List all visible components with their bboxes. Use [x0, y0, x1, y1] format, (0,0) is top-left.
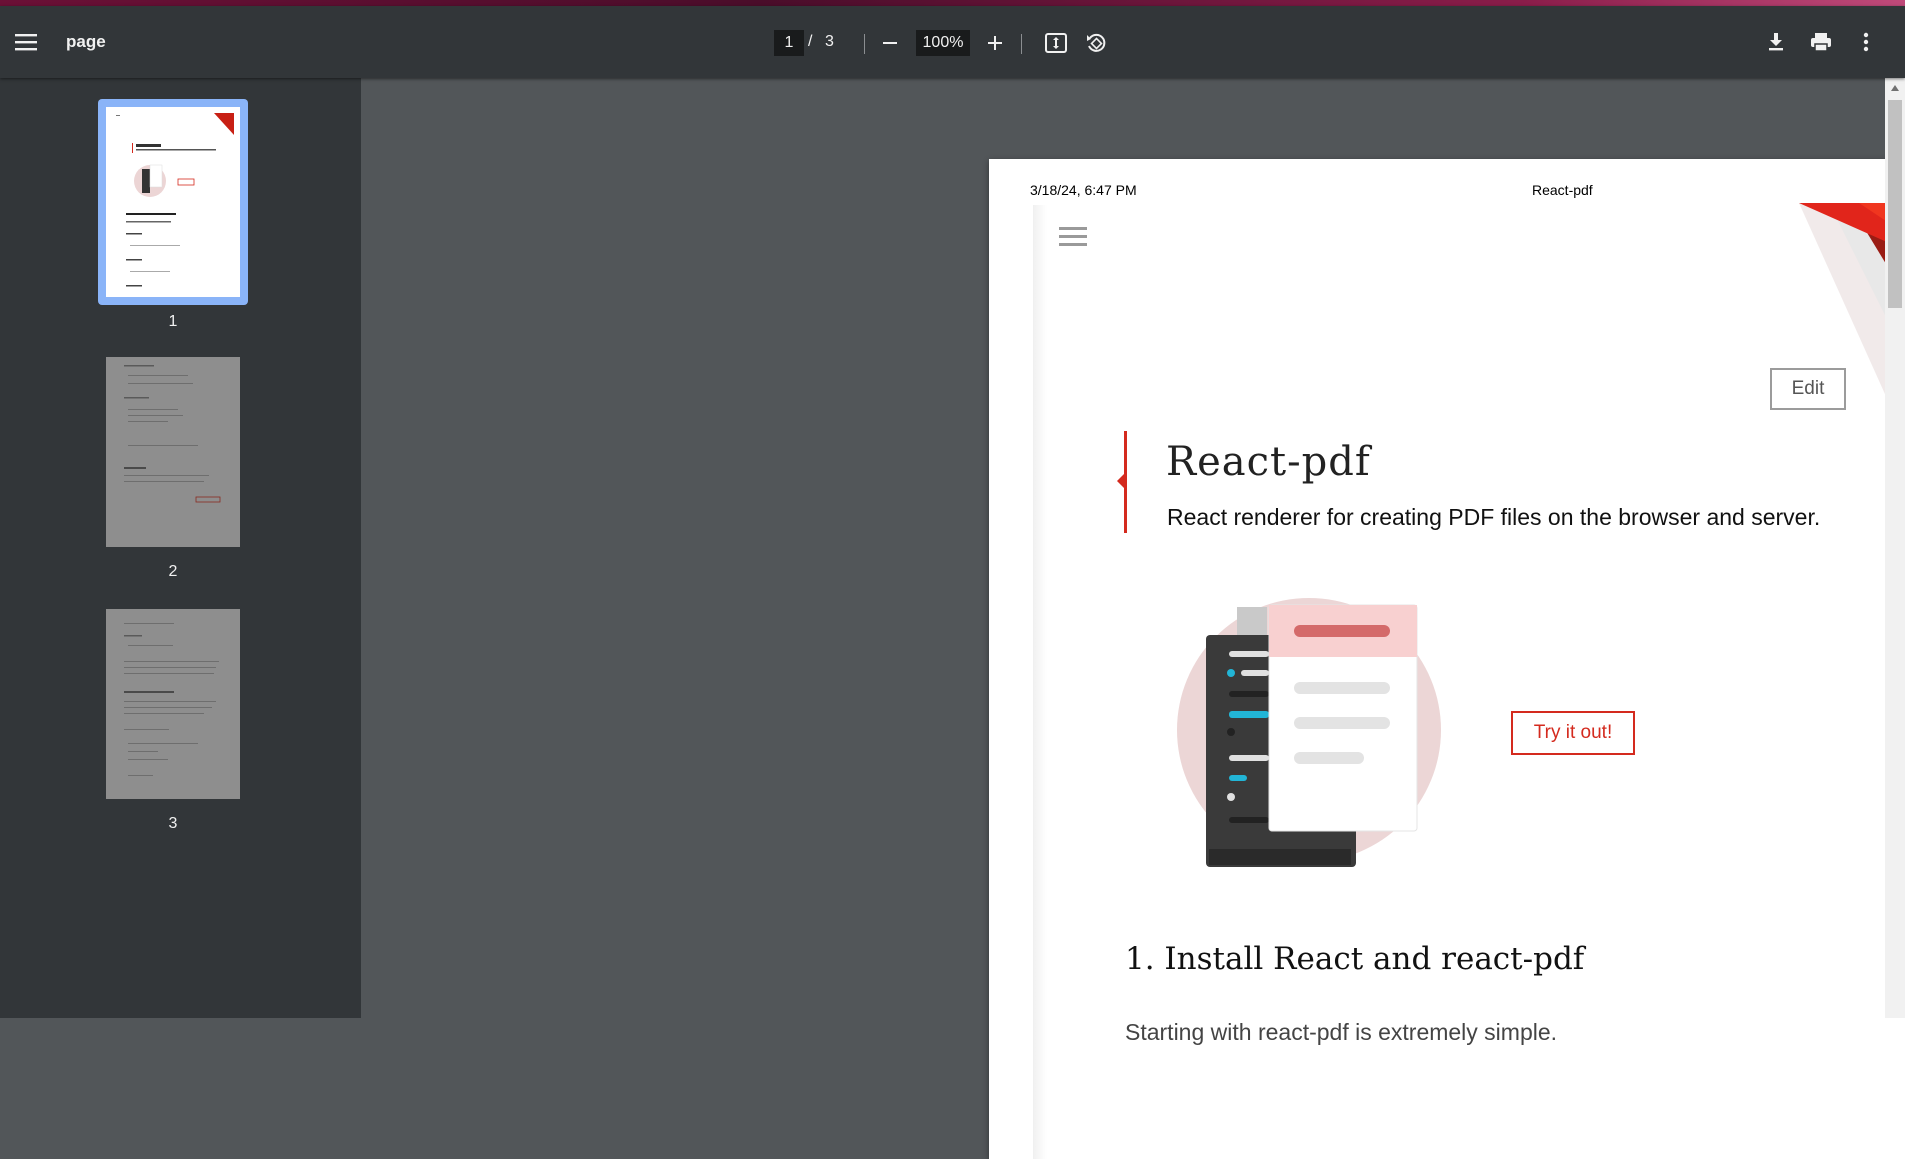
fit-to-page-icon — [1045, 33, 1067, 53]
pdf-page: 3/18/24, 6:47 PM React-pdf Edit React-pd… — [989, 159, 1905, 1159]
toolbar-divider — [1021, 34, 1022, 54]
download-button[interactable] — [1758, 24, 1794, 60]
more-actions-button[interactable] — [1848, 24, 1884, 60]
toolbar-divider — [864, 34, 865, 54]
minus-icon — [883, 42, 897, 44]
hamburger-menu-icon[interactable] — [8, 24, 44, 60]
scrollbar-thumb[interactable] — [1888, 100, 1902, 308]
page-total: 3 — [825, 33, 834, 50]
page-number-input[interactable] — [774, 30, 804, 56]
title-accent-marker — [1117, 473, 1125, 489]
page-thumbnail-2[interactable] — [98, 349, 248, 555]
thumbnail-preview — [106, 107, 240, 297]
scroll-up-arrow-icon[interactable] — [1885, 78, 1905, 98]
content-edge-shadow — [1033, 205, 1047, 1159]
section-heading: 1. Install React and react-pdf — [1125, 941, 1585, 977]
zoom-in-button[interactable] — [977, 25, 1013, 61]
thumbnail-preview — [106, 357, 240, 547]
pdf-toolbar: page / 3 — [0, 6, 1905, 78]
page-thumbnail-1[interactable] — [98, 99, 248, 305]
print-button[interactable] — [1803, 24, 1839, 60]
print-icon — [1811, 33, 1831, 52]
print-header-title: React-pdf — [1532, 182, 1593, 198]
vertical-scrollbar[interactable] — [1885, 78, 1905, 1018]
site-menu-icon — [1059, 227, 1087, 251]
page-subtitle: React renderer for creating PDF files on… — [1167, 504, 1821, 530]
document-viewer[interactable]: 3/18/24, 6:47 PM React-pdf Edit React-pd… — [361, 78, 1905, 1159]
print-header-date: 3/18/24, 6:47 PM — [1030, 182, 1137, 198]
thumbnail-sidebar: 1 2 3 — [0, 78, 361, 1018]
page-title: React-pdf — [1166, 439, 1371, 485]
zoom-out-button[interactable] — [872, 25, 908, 61]
thumbnail-number: 3 — [168, 815, 178, 832]
rotate-counterclockwise-icon — [1087, 33, 1106, 52]
thumbnail-preview — [106, 609, 240, 799]
document-title: page — [66, 32, 106, 51]
download-icon — [1769, 33, 1783, 51]
rotate-button[interactable] — [1078, 25, 1114, 61]
page-thumbnail-3[interactable] — [98, 601, 248, 807]
page-separator: / — [808, 33, 813, 50]
section-paragraph: Starting with react-pdf is extremely sim… — [1125, 1019, 1558, 1045]
thumbnail-number: 2 — [168, 563, 178, 580]
edit-button[interactable]: Edit — [1770, 368, 1846, 410]
more-vertical-icon — [1863, 32, 1869, 52]
thumbnail-number: 1 — [168, 313, 178, 330]
fit-to-page-button[interactable] — [1038, 25, 1074, 61]
plus-icon — [988, 36, 1002, 50]
zoom-level-input[interactable] — [916, 30, 970, 56]
hero-illustration — [1177, 598, 1441, 867]
try-it-out-button[interactable]: Try it out! — [1511, 711, 1635, 755]
